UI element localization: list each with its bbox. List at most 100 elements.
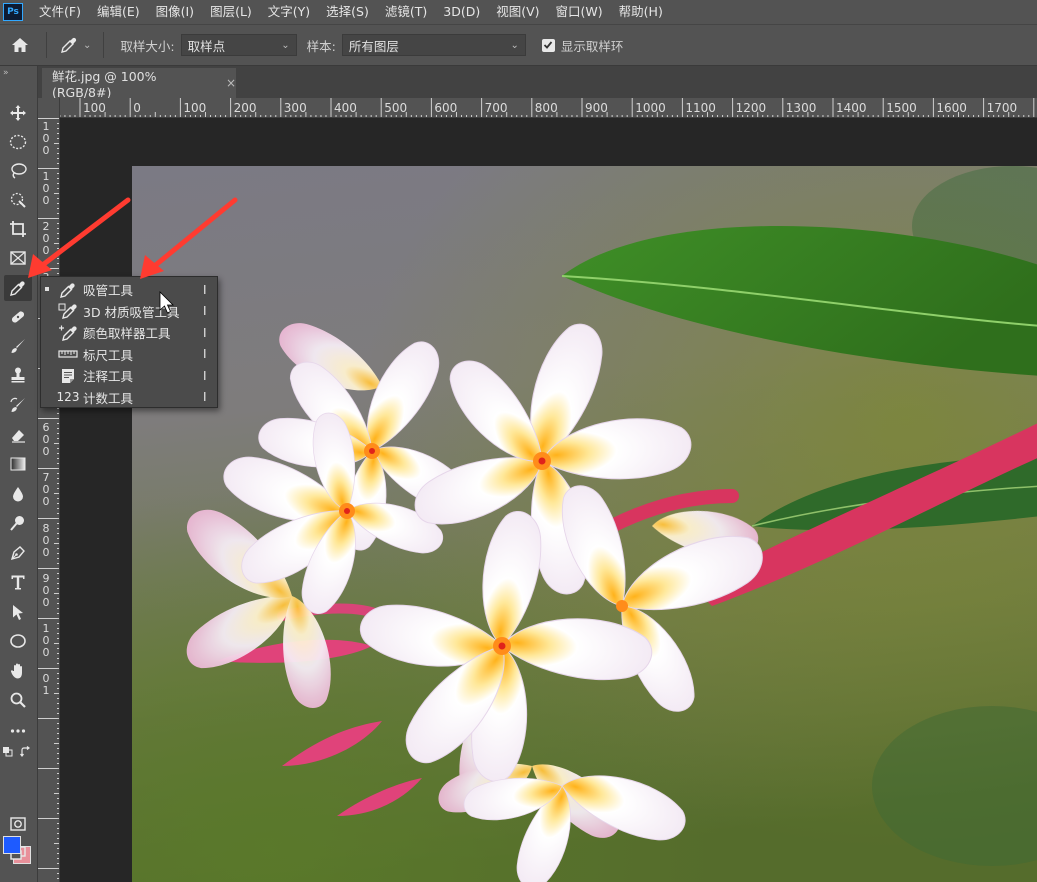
flyout-item-eyedropper[interactable]: 吸管工具 I [41, 279, 217, 301]
ruler-label: 2 [42, 220, 50, 234]
marquee-tool[interactable] [4, 129, 32, 155]
water-drop-icon [13, 487, 23, 502]
menu-window[interactable]: 窗口(W) [548, 0, 611, 24]
edit-toolbar-button[interactable] [4, 718, 32, 744]
canvas-area[interactable] [60, 118, 1037, 882]
ruler-label: 300 [283, 101, 307, 115]
checkmark-icon [544, 41, 553, 49]
home-button[interactable] [0, 25, 40, 65]
ruler-label: 800 [534, 101, 558, 115]
menu-type[interactable]: 文字(Y) [260, 0, 318, 24]
brush-tool[interactable] [4, 333, 32, 359]
menu-edit[interactable]: 编辑(E) [89, 0, 148, 24]
ruler-label: 0 [42, 144, 50, 157]
options-separator [103, 32, 105, 58]
eyedropper-icon [61, 37, 77, 53]
gradient-tool[interactable] [4, 451, 32, 477]
menu-help[interactable]: 帮助(H) [611, 0, 671, 24]
color-sampler-icon [57, 324, 79, 342]
sample-size-select[interactable]: 取样点 ⌄ [180, 34, 297, 56]
ruler-label: 0 [42, 445, 50, 459]
shortcut-key: I [203, 282, 207, 297]
count-icon: 123 [57, 388, 80, 406]
more-dots-icon [10, 729, 26, 733]
menu-filter[interactable]: 滤镜(T) [377, 0, 435, 24]
quick-mask-button[interactable] [4, 811, 32, 837]
vertical-ruler[interactable]: 10010020030040050060070080090010001 [38, 118, 60, 882]
sample-size-label: 取样大小: [120, 38, 175, 54]
flyout-item-label: 3D 材质吸管工具 [83, 304, 180, 320]
shortcut-key: I [203, 390, 207, 405]
ruler-label: 0 [42, 244, 50, 258]
eyedropper-tool-flyout: 吸管工具 I 3D 材质吸管工具 I 颜色取样器工具 I 标尺工具 I 注释工具… [40, 276, 218, 408]
menu-3d[interactable]: 3D(D) [435, 0, 488, 24]
ruler-label: 1300 [785, 101, 817, 115]
flyout-item-count[interactable]: 123 计数工具 I [41, 387, 217, 409]
quick-selection-tool[interactable] [4, 187, 32, 213]
collapse-panel-icon[interactable]: » [3, 68, 9, 78]
path-selection-tool[interactable] [4, 599, 32, 625]
zoom-tool[interactable] [4, 687, 32, 713]
dodge-tool[interactable] [4, 510, 32, 536]
swap-arrow-icon [20, 746, 30, 757]
shortcut-key: I [203, 368, 207, 383]
blur-tool[interactable] [4, 481, 32, 507]
show-ring-checkbox[interactable] [541, 38, 555, 52]
menu-image[interactable]: 图像(I) [148, 0, 202, 24]
flyout-item-ruler[interactable]: 标尺工具 I [41, 344, 217, 366]
ruler-label: 0 [42, 232, 50, 246]
menu-select[interactable]: 选择(S) [318, 0, 377, 24]
ruler-label: 900 [585, 101, 608, 115]
options-separator [46, 32, 47, 58]
ruler-label: 1400 [836, 101, 867, 115]
foreground-color-swatch[interactable] [3, 836, 21, 854]
close-icon[interactable]: × [226, 76, 236, 90]
ruler-label: 0 [42, 634, 50, 647]
flyout-item-3d-eyedropper[interactable]: 3D 材质吸管工具 I [41, 301, 217, 323]
hand-tool[interactable] [4, 658, 32, 684]
move-tool[interactable] [4, 100, 32, 126]
stamp-icon [11, 367, 25, 383]
lasso-tool[interactable] [4, 158, 32, 184]
flyout-item-label: 注释工具 [83, 369, 134, 385]
frame-tool[interactable] [4, 245, 32, 271]
sample-label: 样本: [306, 38, 336, 54]
shortcut-key: I [203, 347, 207, 362]
ruler-label: 1000 [635, 101, 666, 115]
history-brush-tool[interactable] [4, 392, 32, 418]
ruler-label: 0 [42, 533, 50, 547]
default-colors-button[interactable] [1, 745, 15, 759]
type-tool[interactable] [4, 569, 32, 595]
eyedropper-tool[interactable] [4, 275, 32, 301]
menu-file[interactable]: 文件(F) [31, 0, 89, 24]
shape-tool[interactable] [4, 628, 32, 654]
pen-tool[interactable] [4, 540, 32, 566]
ruler-label: 200 [233, 101, 257, 115]
crop-tool[interactable] [4, 216, 32, 242]
sample-value: 所有图层 [348, 38, 399, 54]
ruler-label: 400 [334, 101, 357, 115]
swap-colors-button[interactable] [18, 745, 34, 759]
eraser-tool[interactable] [4, 422, 32, 448]
flower-photo[interactable] [132, 166, 1037, 882]
ruler-origin[interactable] [38, 98, 60, 118]
flyout-item-color-sampler[interactable]: 颜色取样器工具 I [41, 322, 217, 344]
ruler-label: 9 [42, 571, 50, 585]
sample-select[interactable]: 所有图层 ⌄ [341, 34, 526, 56]
menu-view[interactable]: 视图(V) [488, 0, 547, 24]
frame-icon [10, 251, 26, 265]
eraser-icon [12, 430, 25, 443]
clone-stamp-tool[interactable] [4, 362, 32, 388]
note-icon [57, 367, 79, 385]
magnifier-icon [10, 692, 26, 708]
horizontal-ruler[interactable]: 100 0 100 200 300 400 500 600 700 800 900 1000 1100 1… [38, 98, 1037, 118]
chevron-down-icon: ⌄ [281, 39, 290, 51]
flyout-item-note[interactable]: 注释工具 I [41, 365, 217, 387]
document-tab-title: 鲜花.jpg @ 100%(RGB/8#) [52, 69, 157, 100]
document-tab[interactable]: 鲜花.jpg @ 100%(RGB/8#) × [42, 68, 236, 100]
tool-preset-picker[interactable]: ⌄ [53, 35, 97, 55]
default-colors-icon [3, 747, 13, 757]
ruler-label: 1 [42, 684, 50, 698]
menu-layer[interactable]: 图层(L) [202, 0, 260, 24]
healing-brush-tool[interactable] [4, 304, 32, 330]
